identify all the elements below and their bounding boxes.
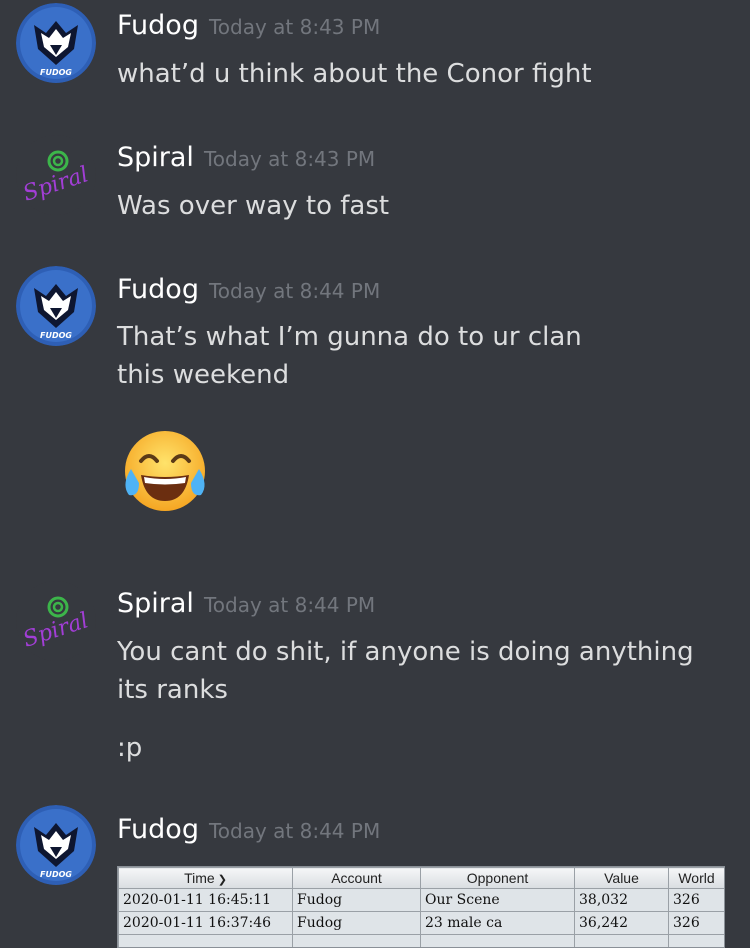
message-text: what’d u think about the Conor fight xyxy=(117,55,717,93)
username[interactable]: Fudog xyxy=(117,10,199,41)
message-text: You cant do shit, if anyone is doing any… xyxy=(117,633,727,709)
eagle-logo-icon: FUDOG xyxy=(16,3,96,83)
table-cell xyxy=(575,935,669,948)
avatar-spiral[interactable]: Spiral xyxy=(16,581,96,661)
table-cell xyxy=(669,935,725,948)
table-cell: Fudog xyxy=(293,889,421,912)
table-cell: 326 xyxy=(669,912,725,935)
table-cell: 2020-01-11 16:37:46 xyxy=(119,912,293,935)
spiral-logo-icon: Spiral xyxy=(16,581,96,661)
column-header-value: Value xyxy=(575,868,669,889)
attachment-image[interactable]: Time❯ Account Opponent Value World 2020-… xyxy=(117,866,725,948)
username[interactable]: Spiral xyxy=(117,142,194,173)
avatar-logo-text: FUDOG xyxy=(40,870,72,879)
spiral-logo-icon: Spiral xyxy=(16,135,96,215)
message-text: :p xyxy=(117,729,717,767)
table-cell: 36,242 xyxy=(575,912,669,935)
timestamp: Today at 8:44 PM xyxy=(209,819,380,843)
table-cell xyxy=(293,935,421,948)
avatar-fudog[interactable]: FUDOG xyxy=(16,3,96,83)
table-cell: Fudog xyxy=(293,912,421,935)
table-cell xyxy=(119,935,293,948)
table-cell xyxy=(421,935,575,948)
avatar-logo-text: FUDOG xyxy=(40,68,72,77)
avatar-logo-text: FUDOG xyxy=(40,331,72,340)
table-row: 2020-01-11 16:45:11 Fudog Our Scene 38,0… xyxy=(119,889,725,912)
username[interactable]: Fudog xyxy=(117,814,199,845)
avatar-fudog[interactable]: FUDOG xyxy=(16,266,96,346)
table-cell: Our Scene xyxy=(421,889,575,912)
column-header-time: Time❯ xyxy=(119,868,293,889)
column-header-opponent: Opponent xyxy=(421,868,575,889)
avatar-spiral[interactable]: Spiral xyxy=(16,135,96,215)
table-row xyxy=(119,935,725,948)
eagle-logo-icon: FUDOG xyxy=(16,805,96,885)
attachment-table: Time❯ Account Opponent Value World 2020-… xyxy=(118,867,725,948)
avatar-fudog[interactable]: FUDOG xyxy=(16,805,96,885)
table-cell: 38,032 xyxy=(575,889,669,912)
table-cell: 2020-01-11 16:45:11 xyxy=(119,889,293,912)
timestamp: Today at 8:44 PM xyxy=(209,279,380,303)
username[interactable]: Fudog xyxy=(117,274,199,305)
table-row: 2020-01-11 16:37:46 Fudog 23 male ca 36,… xyxy=(119,912,725,935)
username[interactable]: Spiral xyxy=(117,588,194,619)
timestamp: Today at 8:43 PM xyxy=(204,147,375,171)
table-cell: 23 male ca xyxy=(421,912,575,935)
message-text: Was over way to fast xyxy=(117,187,717,225)
column-header-account: Account xyxy=(293,868,421,889)
timestamp: Today at 8:43 PM xyxy=(209,15,380,39)
column-header-world: World xyxy=(669,868,725,889)
table-cell: 326 xyxy=(669,889,725,912)
chevron-down-icon: ❯ xyxy=(218,874,227,886)
tears-of-joy-emoji-icon xyxy=(117,425,213,521)
eagle-logo-icon: FUDOG xyxy=(16,266,96,346)
message-text: That’s what I’m gunna do to ur clan this… xyxy=(117,318,637,394)
timestamp: Today at 8:44 PM xyxy=(204,593,375,617)
